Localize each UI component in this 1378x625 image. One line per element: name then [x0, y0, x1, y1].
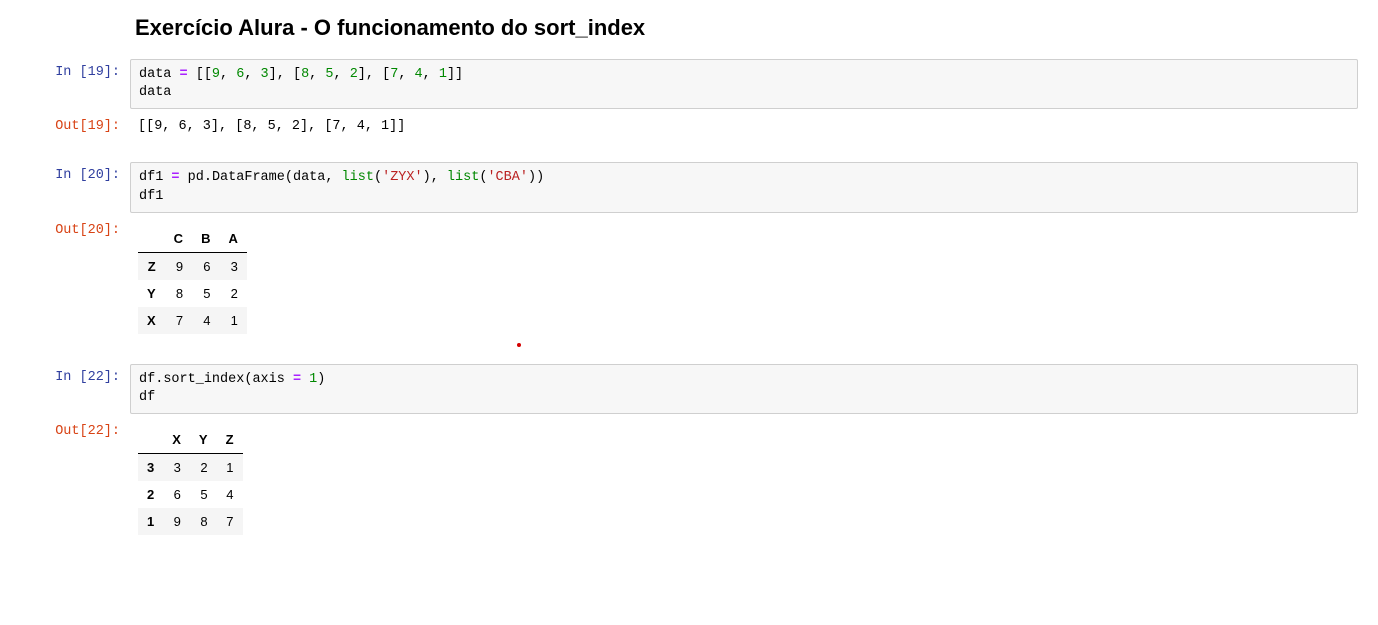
table-row: 1 9 8 7	[138, 508, 243, 535]
table-row: 2 6 5 4	[138, 481, 243, 508]
notebook: Exercício Alura - O funcionamento do sor…	[20, 15, 1358, 543]
dataframe-df1: C B A Z 9 6 3 Y 8 5	[138, 225, 247, 334]
cell-out-22: Out[22]: X Y Z 3 3 2 1	[20, 418, 1358, 543]
table-row: 3 3 2 1	[138, 454, 243, 482]
output-text-19: [[9, 6, 3], [8, 5, 2], [7, 4, 1]]	[130, 113, 1358, 140]
table-header-row: C B A	[138, 225, 247, 253]
prompt-out-19: Out[19]:	[20, 113, 130, 140]
prompt-in-22: In [22]:	[20, 364, 130, 414]
heading-title: Exercício Alura - O funcionamento do sor…	[135, 15, 1358, 41]
prompt-in-19: In [19]:	[20, 59, 130, 109]
cell-out-20: Out[20]: C B A Z 9 6 3	[20, 217, 1358, 342]
cell-out-19: Out[19]: [[9, 6, 3], [8, 5, 2], [7, 4, 1…	[20, 113, 1358, 140]
table-header-row: X Y Z	[138, 426, 243, 454]
code-input-19[interactable]: data = [[9, 6, 3], [8, 5, 2], [7, 4, 1]]…	[130, 59, 1358, 109]
prompt-out-20: Out[20]:	[20, 217, 130, 342]
code-input-22[interactable]: df.sort_index(axis = 1) df	[130, 364, 1358, 414]
prompt-out-22: Out[22]:	[20, 418, 130, 543]
table-row: Z 9 6 3	[138, 252, 247, 280]
cell-in-20[interactable]: In [20]: df1 = pd.DataFrame(data, list('…	[20, 162, 1358, 212]
prompt-in-20: In [20]:	[20, 162, 130, 212]
cell-in-22[interactable]: In [22]: df.sort_index(axis = 1) df	[20, 364, 1358, 414]
table-row: X 7 4 1	[138, 307, 247, 334]
code-input-20[interactable]: df1 = pd.DataFrame(data, list('ZYX'), li…	[130, 162, 1358, 212]
dataframe-df2: X Y Z 3 3 2 1 2 6 5	[138, 426, 243, 535]
cell-in-19[interactable]: In [19]: data = [[9, 6, 3], [8, 5, 2], […	[20, 59, 1358, 109]
table-row: Y 8 5 2	[138, 280, 247, 307]
cursor-dot	[517, 343, 521, 347]
